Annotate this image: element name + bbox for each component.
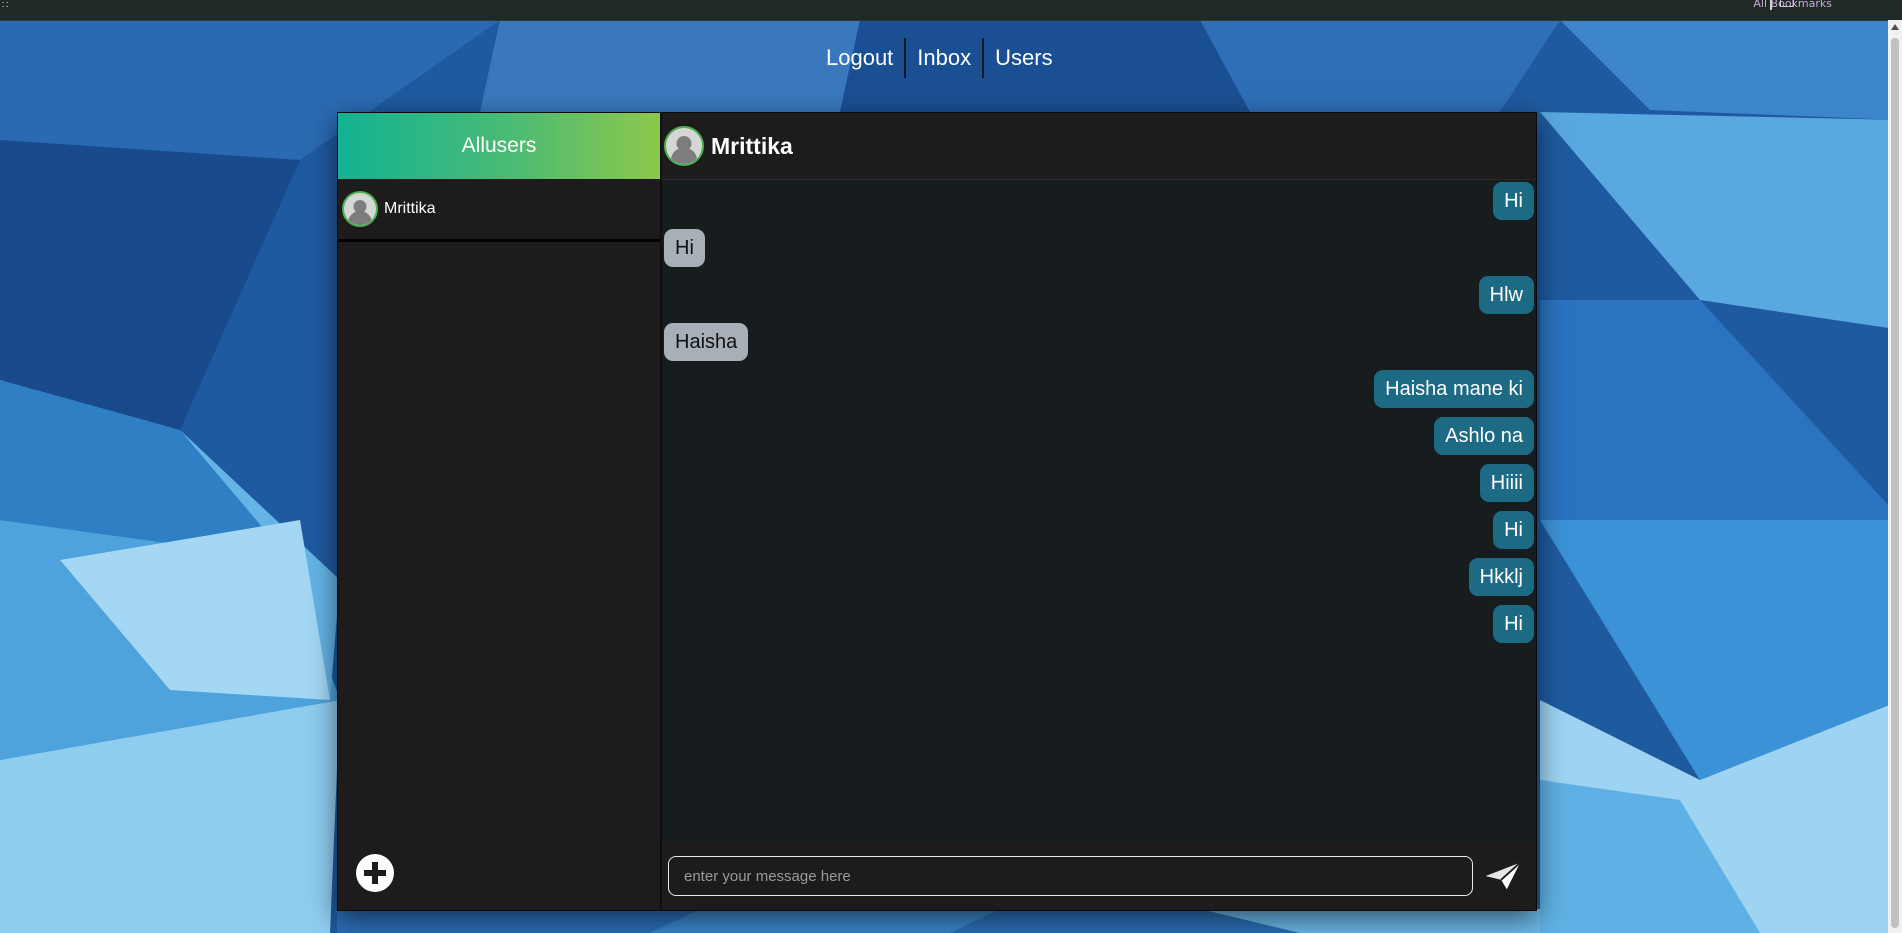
message-input[interactable]	[668, 856, 1473, 896]
scroll-up-arrow-icon[interactable]	[1891, 24, 1899, 30]
chat-app-window: Allusers Mrittika Mrittika Hi Hi Hlw Hai…	[337, 112, 1537, 911]
message-list[interactable]: Hi Hi Hlw Haisha Haisha mane ki Ashlo na…	[662, 180, 1536, 842]
outgoing-message: Hiiii	[1479, 464, 1534, 502]
chat-contact-name: Mrittika	[711, 132, 793, 159]
contact-avatar-icon	[664, 126, 704, 166]
sidebar-header: Allusers	[338, 113, 660, 179]
plus-circle-icon[interactable]	[356, 854, 394, 892]
sidebar-user-item[interactable]: Mrittika	[338, 179, 660, 242]
browser-bookmarks-bar: ∷ All Bookmarks	[0, 0, 1902, 21]
apps-grid-icon[interactable]: ∷	[2, 0, 8, 11]
outgoing-message: Hi	[1493, 182, 1534, 220]
sidebar-user-name: Mrittika	[384, 200, 436, 217]
nav-inbox-link[interactable]: Inbox	[906, 38, 982, 78]
page-scrollbar[interactable]	[1888, 20, 1902, 933]
paper-plane-icon[interactable]	[1484, 858, 1522, 894]
outgoing-message: Ashlo na	[1434, 417, 1534, 455]
outgoing-message: Hkklj	[1468, 558, 1534, 596]
outgoing-message: Hi	[1493, 511, 1534, 549]
outgoing-message: Hlw	[1478, 276, 1534, 314]
message-composer	[662, 842, 1536, 910]
nav-users-link[interactable]: Users	[984, 38, 1063, 78]
scrollbar-thumb[interactable]	[1891, 38, 1899, 928]
user-avatar-icon	[342, 191, 378, 227]
outgoing-message: Hi	[1493, 605, 1534, 643]
top-nav: Logout Inbox Users	[815, 38, 1064, 78]
all-bookmarks-link[interactable]: All Bookmarks	[1753, 0, 1832, 10]
chat-panel: Mrittika Hi Hi Hlw Haisha Haisha mane ki…	[662, 113, 1536, 910]
incoming-message: Haisha	[664, 323, 749, 361]
incoming-message: Hi	[664, 229, 705, 267]
users-sidebar: Allusers Mrittika	[338, 113, 662, 910]
chat-header: Mrittika	[662, 113, 1536, 180]
nav-logout-link[interactable]: Logout	[815, 38, 904, 78]
outgoing-message: Haisha mane ki	[1374, 370, 1534, 408]
